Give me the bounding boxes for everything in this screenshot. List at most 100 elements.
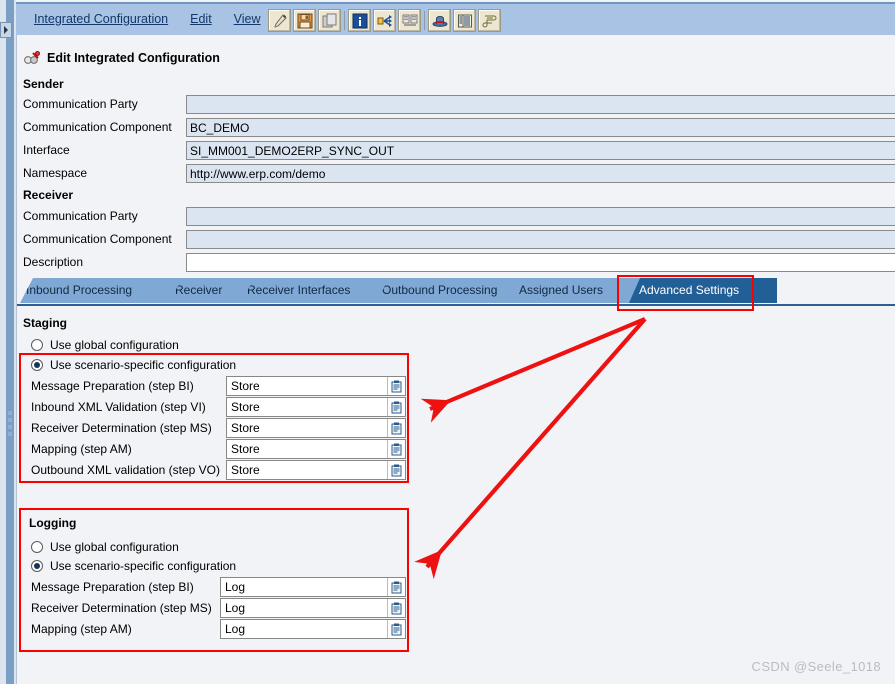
staging-radio-scenario-label: Use scenario-specific configuration bbox=[50, 357, 237, 372]
input-sender-communication-component[interactable]: BC_DEMO bbox=[186, 118, 895, 137]
input-sender-namespace[interactable]: http://www.erp.com/demo bbox=[186, 164, 895, 183]
tab-strip: Inbound Processing Receiver Receiver Int… bbox=[17, 278, 895, 305]
dropdown-staging-inbound-xml-validation[interactable]: Store bbox=[226, 397, 406, 417]
information-icon[interactable] bbox=[348, 9, 371, 32]
label-receiver-communication-party: Communication Party bbox=[23, 209, 138, 223]
value-help-icon[interactable] bbox=[387, 578, 405, 596]
logging-radio-global[interactable]: Use global configuration bbox=[31, 537, 179, 556]
watermark-text: CSDN @Seele_1018 bbox=[751, 659, 881, 674]
value-help-icon[interactable] bbox=[387, 599, 405, 617]
dropdown-value: Log bbox=[225, 622, 246, 636]
staging-row-message-preparation: Message Preparation (step BI) Store bbox=[17, 376, 895, 397]
field-row-sender-interface: Interface SI_MM001_DEMO2ERP_SYNC_OUT bbox=[17, 141, 895, 161]
staging-radio-global[interactable]: Use global configuration bbox=[31, 335, 179, 354]
scroll-icon[interactable] bbox=[478, 9, 501, 32]
staging-row-outbound-xml-validation: Outbound XML validation (step VO) Store bbox=[17, 460, 895, 481]
menu-edit[interactable]: Edit bbox=[190, 12, 212, 26]
field-row-receiver-description: Description bbox=[17, 253, 895, 273]
rail-expand-right-button[interactable] bbox=[0, 22, 12, 38]
tab-underline bbox=[17, 304, 895, 306]
radio-button[interactable] bbox=[31, 358, 43, 371]
dropdown-value: Store bbox=[231, 379, 260, 393]
left-splitter-rail bbox=[0, 0, 16, 684]
staging-row-inbound-xml-validation: Inbound XML Validation (step VI) Store bbox=[17, 397, 895, 418]
staging-radio-scenario[interactable]: Use scenario-specific configuration bbox=[31, 355, 236, 374]
logging-radio-scenario-label: Use scenario-specific configuration bbox=[50, 558, 237, 573]
staging-radio-global-label: Use global configuration bbox=[50, 337, 179, 352]
input-sender-interface[interactable]: SI_MM001_DEMO2ERP_SYNC_OUT bbox=[186, 141, 895, 160]
input-sender-communication-party[interactable] bbox=[186, 95, 895, 114]
value-help-icon[interactable] bbox=[387, 440, 405, 458]
field-row-sender-communication-party: Communication Party bbox=[17, 95, 895, 115]
radio-button[interactable] bbox=[31, 338, 43, 351]
staging-row-mapping: Mapping (step AM) Store bbox=[17, 439, 895, 460]
field-row-sender-communication-component: Communication Component BC_DEMO bbox=[17, 118, 895, 138]
logging-row-receiver-determination: Receiver Determination (step MS) Log bbox=[17, 598, 895, 619]
label-staging-mapping: Mapping (step AM) bbox=[31, 442, 132, 456]
hat-icon[interactable] bbox=[428, 9, 451, 32]
label-receiver-description: Description bbox=[23, 255, 84, 269]
logging-row-message-preparation: Message Preparation (step BI) Log bbox=[17, 577, 895, 598]
label-receiver-communication-component: Communication Component bbox=[23, 232, 172, 246]
toolbar-group-info bbox=[348, 9, 421, 32]
logging-radio-scenario[interactable]: Use scenario-specific configuration bbox=[31, 556, 236, 575]
label-logging-receiver-determination: Receiver Determination (step MS) bbox=[31, 601, 212, 615]
save-disk-icon[interactable] bbox=[293, 9, 316, 32]
value-help-icon[interactable] bbox=[387, 419, 405, 437]
expand-arrows-icon[interactable] bbox=[373, 9, 396, 32]
radio-button[interactable] bbox=[31, 540, 43, 553]
dropdown-logging-receiver-determination[interactable]: Log bbox=[220, 598, 406, 618]
dropdown-staging-mapping[interactable]: Store bbox=[226, 439, 406, 459]
radio-button[interactable] bbox=[31, 559, 43, 572]
dropdown-value: Store bbox=[231, 421, 260, 435]
label-staging-message-preparation: Message Preparation (step BI) bbox=[31, 379, 194, 393]
dropdown-value: Log bbox=[225, 601, 246, 615]
staging-row-receiver-determination: Receiver Determination (step MS) Store bbox=[17, 418, 895, 439]
logging-radio-global-label: Use global configuration bbox=[50, 539, 179, 554]
logging-title: Logging bbox=[29, 516, 77, 530]
copy-icon[interactable] bbox=[318, 9, 341, 32]
input-receiver-communication-party[interactable] bbox=[186, 207, 895, 226]
dropdown-value: Log bbox=[225, 580, 246, 594]
value-help-icon[interactable] bbox=[387, 461, 405, 479]
label-sender-namespace: Namespace bbox=[23, 166, 88, 180]
logging-row-mapping: Mapping (step AM) Log bbox=[17, 619, 895, 640]
dropdown-logging-mapping[interactable]: Log bbox=[220, 619, 406, 639]
tab-receiver-interfaces[interactable]: Receiver Interfaces bbox=[241, 278, 398, 303]
value-help-icon[interactable] bbox=[387, 398, 405, 416]
label-sender-communication-party: Communication Party bbox=[23, 97, 138, 111]
tab-assigned-users[interactable]: Assigned Users bbox=[513, 278, 649, 303]
label-staging-receiver-determination: Receiver Determination (step MS) bbox=[31, 421, 212, 435]
value-help-icon[interactable] bbox=[387, 620, 405, 638]
application-toolbar: Integrated Configuration Edit View bbox=[16, 2, 895, 37]
page-title-text: Edit Integrated Configuration bbox=[47, 51, 220, 65]
menu-integrated-configuration[interactable]: Integrated Configuration bbox=[34, 12, 168, 26]
page-title: Edit Integrated Configuration bbox=[23, 51, 220, 65]
dropdown-value: Store bbox=[231, 400, 260, 414]
label-logging-mapping: Mapping (step AM) bbox=[31, 622, 132, 636]
field-row-receiver-communication-party: Communication Party bbox=[17, 207, 895, 227]
main-content-pane: Edit Integrated Configuration Sender Com… bbox=[16, 35, 895, 684]
splitter-grip[interactable] bbox=[7, 411, 13, 439]
staging-title: Staging bbox=[23, 316, 67, 330]
label-staging-outbound-xml-validation: Outbound XML validation (step VO) bbox=[31, 463, 220, 477]
dropdown-staging-outbound-xml-validation[interactable]: Store bbox=[226, 460, 406, 480]
menu-view[interactable]: View bbox=[234, 12, 261, 26]
compare-icon[interactable] bbox=[398, 9, 421, 32]
tab-inbound-processing[interactable]: Inbound Processing bbox=[20, 278, 191, 303]
dropdown-logging-message-preparation[interactable]: Log bbox=[220, 577, 406, 597]
edit-pencil-icon[interactable] bbox=[268, 9, 291, 32]
field-row-receiver-communication-component: Communication Component bbox=[17, 230, 895, 250]
tab-advanced-settings[interactable]: Advanced Settings bbox=[629, 278, 777, 303]
label-sender-interface: Interface bbox=[23, 143, 70, 157]
dropdown-staging-message-preparation[interactable]: Store bbox=[226, 376, 406, 396]
table-icon[interactable] bbox=[453, 9, 476, 32]
toolbar-group-edit bbox=[268, 9, 341, 32]
label-sender-communication-component: Communication Component bbox=[23, 120, 172, 134]
field-row-sender-namespace: Namespace http://www.erp.com/demo bbox=[17, 164, 895, 184]
value-help-icon[interactable] bbox=[387, 377, 405, 395]
input-receiver-description[interactable] bbox=[186, 253, 895, 272]
dropdown-staging-receiver-determination[interactable]: Store bbox=[226, 418, 406, 438]
input-receiver-communication-component[interactable] bbox=[186, 230, 895, 249]
splitter-bar[interactable] bbox=[6, 0, 14, 684]
